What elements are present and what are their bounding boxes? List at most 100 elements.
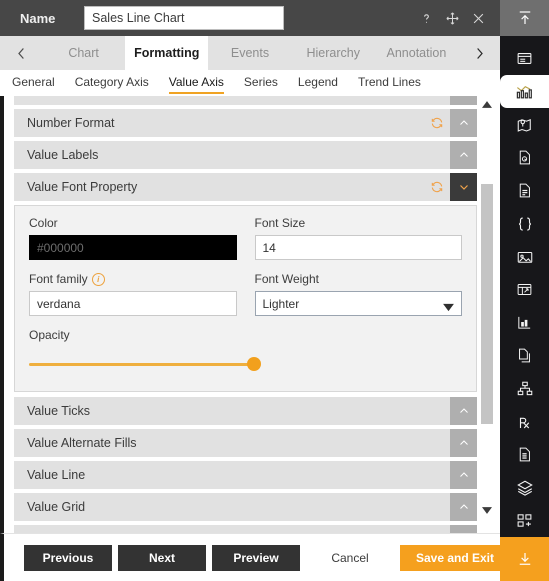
subtab-category-axis[interactable]: Category Axis [75,75,149,92]
layers-icon-button[interactable] [500,471,549,504]
copy-page-icon-button[interactable] [500,339,549,372]
layers-icon [516,479,534,497]
prescription-icon-button[interactable] [500,405,549,438]
chevron-up-icon[interactable] [450,493,477,521]
help-icon[interactable] [419,11,434,26]
font-family-input[interactable] [29,291,237,316]
accordion-title: Value Grid [27,500,86,514]
report-page-icon-button[interactable] [500,141,549,174]
chevron-up-icon[interactable] [450,461,477,489]
close-icon[interactable] [471,11,486,26]
code-braces-icon-button[interactable] [500,207,549,240]
accordion-value-line[interactable]: Value Line [14,461,477,489]
save-and-exit-button[interactable]: Save and Exit [400,544,500,571]
tab-events[interactable]: Events [208,36,292,70]
info-icon[interactable]: i [91,272,105,286]
accordion-value-grid[interactable]: Value Grid [14,493,477,521]
download-icon [516,550,534,568]
code-braces-icon [516,215,534,233]
accordion-number-format[interactable]: Number Format [14,109,477,137]
tab-annotation[interactable]: Annotation [374,36,459,70]
chevron-up-icon[interactable] [450,397,477,425]
sub-tabs: General Category Axis Value Axis Series … [0,70,500,96]
accordion-row-clipped-top[interactable] [14,96,477,105]
table-icon-button[interactable] [500,273,549,306]
chevron-up-icon[interactable] [450,141,477,169]
move-icon[interactable] [445,11,460,26]
subtab-general[interactable]: General [12,75,55,92]
font-size-label: Font Size [254,216,306,230]
preview-button[interactable]: Preview [212,544,300,571]
application-window: Name Sales Line Chart Chart Formatting E… [0,0,549,581]
tabs-prev-arrow[interactable] [0,36,42,70]
tab-hierarchy[interactable]: Hierarchy [291,36,375,70]
slider-thumb[interactable] [247,357,261,371]
accordion-tools [450,461,477,489]
accordion-tools [450,141,477,169]
accordion-title: Value Alternate Fills [27,436,137,450]
font-weight-label: Font Weight [254,272,319,286]
map-icon [516,116,534,134]
scroll-up-arrow[interactable] [482,99,492,109]
analytics-icon [516,314,533,331]
grid-icon [516,512,533,529]
settings-scroll-area: Number Format Value Labels Value Font Pr… [14,96,477,533]
font-row-1: Color Font Size [29,216,462,260]
layout-icon [516,50,533,67]
layout-icon-button[interactable] [500,42,549,75]
accordion-title: Number Format [27,116,115,130]
previous-button[interactable]: Previous [24,544,112,571]
cancel-button[interactable]: Cancel [306,544,394,571]
font-weight-select[interactable] [254,291,462,316]
chevron-up-icon[interactable] [450,96,477,105]
chevron-up-icon[interactable] [450,525,477,533]
tab-formatting[interactable]: Formatting [125,36,209,70]
font-family-label-text: Font family [29,272,88,286]
collapse-panel-button[interactable] [500,0,549,36]
subtab-legend[interactable]: Legend [298,75,338,92]
hierarchy-icon-button[interactable] [500,372,549,405]
document-icon-button[interactable] [500,174,549,207]
next-button[interactable]: Next [118,544,206,571]
opacity-slider-wrap [29,347,462,377]
map-icon-button[interactable] [500,108,549,141]
opacity-slider[interactable] [29,357,261,371]
chevron-up-icon[interactable] [450,109,477,137]
accordion-value-ticks[interactable]: Value Ticks [14,397,477,425]
refresh-icon[interactable] [424,109,450,137]
accordion-value-font-property[interactable]: Value Font Property [14,173,477,201]
subtab-trend-lines[interactable]: Trend Lines [358,75,421,92]
grid-icon-button[interactable] [500,504,549,537]
tabs-next-arrow[interactable] [458,36,500,70]
opacity-label: Opacity [29,328,70,342]
color-input[interactable] [29,235,237,260]
accordion-row-clipped-bottom[interactable] [14,525,477,533]
chart-name-input[interactable] [84,6,284,30]
chevron-down-icon[interactable] [450,173,477,201]
opacity-field-group: Opacity [29,328,462,377]
accordion-tools [450,525,477,533]
tab-chart[interactable]: Chart [42,36,126,70]
subtab-value-axis[interactable]: Value Axis [168,75,225,94]
analytics-icon-button[interactable] [500,306,549,339]
color-label: Color [29,216,58,230]
chart-icon-button[interactable] [500,75,549,108]
chart-icon [515,82,534,101]
scrollbar-thumb[interactable] [481,184,493,424]
subtab-series[interactable]: Series [244,75,278,92]
slider-track [29,363,259,366]
form-icon-button[interactable] [500,438,549,471]
refresh-icon[interactable] [424,173,450,201]
font-size-input[interactable] [254,235,462,260]
scroll-down-arrow[interactable] [482,505,492,515]
right-icon-rail [500,0,549,581]
chevron-up-icon[interactable] [450,429,477,457]
accordion-value-alternate-fills[interactable]: Value Alternate Fills [14,429,477,457]
download-icon-button[interactable] [500,537,549,581]
image-icon-button[interactable] [500,240,549,273]
accordion-value-labels[interactable]: Value Labels [14,141,477,169]
dialog-footer: Previous Next Preview Cancel Save and Ex… [0,533,500,581]
vertical-scrollbar[interactable] [480,96,494,533]
font-family-field-group: Font family i [29,272,237,316]
accordion-tools [450,397,477,425]
